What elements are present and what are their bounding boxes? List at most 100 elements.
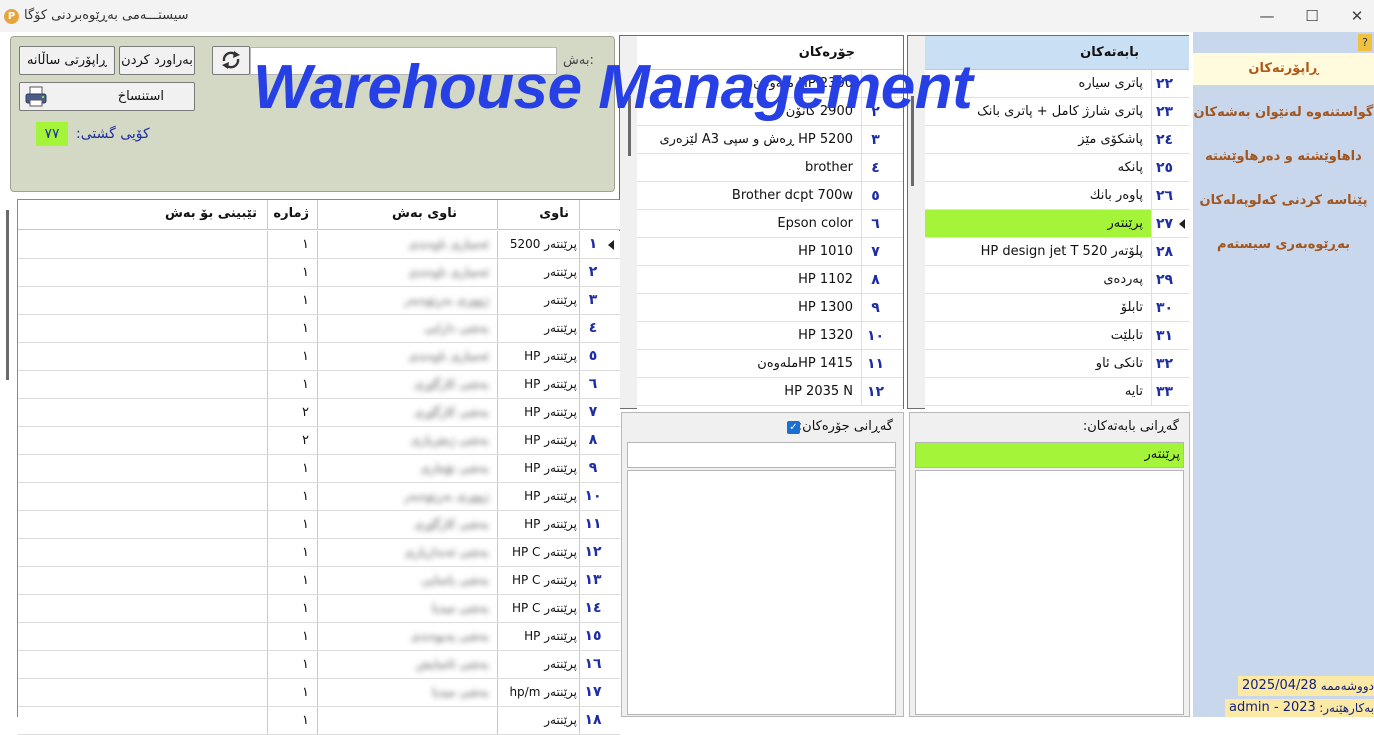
note-cell[interactable] [18,231,268,258]
name-cell: پرێنتەر HP [498,427,580,454]
table-row[interactable]: ١ بەشی دارایی پرێنتەر ٤ [18,315,620,343]
nav-item-transfer[interactable]: گواستنەوە لەنێوان بەشەکان [1193,98,1374,128]
note-cell[interactable] [18,651,268,678]
note-cell[interactable] [18,623,268,650]
compare-button[interactable]: بەراورد کردن [119,46,195,75]
user-value: admin - 2023 [1229,700,1316,715]
table-row[interactable]: ١ ژووری بەڕێوەبەر پرێنتەر HP ١٠ [18,483,620,511]
types-filter-list[interactable] [627,470,896,715]
name-cell: پرێنتەر HP [498,483,580,510]
main-table: تێبینی بۆ بەش ژمارە ناوی بەش ناوی ١ ئەمبا… [17,199,620,735]
category-number: ٢٧ [1151,210,1177,237]
main-table-scrollbar[interactable] [6,210,9,380]
table-row[interactable]: ٢ بەشی کارگێڕی پرێنتەر HP ٧ [18,399,620,427]
table-row[interactable]: ١ ژووری بەڕێوەبەر پرێنتەر ٣ [18,287,620,315]
note-cell[interactable] [18,455,268,482]
note-cell[interactable] [18,567,268,594]
category-row[interactable]: تابلێت ٣١ [925,322,1189,350]
table-row[interactable]: ٢ بەشی ژمێریاری پرێنتەر HP ٨ [18,427,620,455]
type-row[interactable]: HP 1300 ٩ [637,294,903,322]
type-row[interactable]: HP 5200 ڕەش و سپی A3 لێزەری ٣ [637,126,903,154]
table-row[interactable]: ١ بەشی میدیا پرێنتەر hp/m ١٧ [18,679,620,707]
note-cell[interactable] [18,399,268,426]
maximize-button[interactable]: ☐ [1292,4,1332,28]
table-row[interactable]: ١ بەشی تۆماری پرێنتەر HP ٩ [18,455,620,483]
nav-item-reports[interactable]: ڕاپۆرتەکان [1193,53,1374,85]
nav-item-define-items[interactable]: پێناسە کردنی کەلوپەلەکان [1193,186,1374,216]
note-cell[interactable] [18,259,268,286]
table-row[interactable]: ١ بەشی کارگێڕی پرێنتەر HP ٦ [18,371,620,399]
note-cell[interactable] [18,315,268,342]
category-row[interactable]: پاوەر بانك ٢٦ [925,182,1189,210]
category-row[interactable]: پرێنتەر ٢٧ [925,210,1189,238]
category-row[interactable]: پلۆتەر HP design jet T 520 ٢٨ [925,238,1189,266]
type-row[interactable]: HP 1010 ٧ [637,238,903,266]
section-cell: بەشی دارایی [318,315,498,342]
table-row[interactable]: ١ بەشی ئەندازیاری پرێنتەر HP C ١٢ [18,539,620,567]
note-cell[interactable] [18,427,268,454]
table-row[interactable]: ١ ئەمباری ناوەندی پرێنتەر 5200 ١ [18,231,620,259]
category-row[interactable]: پانکە ٢٥ [925,154,1189,182]
refresh-button[interactable] [212,46,250,75]
section-cell: بەشی یاسایی [318,567,498,594]
table-row[interactable]: ١ ئەمباری ناوەندی پرێنتەر ٢ [18,259,620,287]
category-row[interactable]: پاشکۆی مێز ٢٤ [925,126,1189,154]
table-row[interactable]: ١ پرێنتەر ١٨ [18,707,620,735]
categories-filter-input[interactable]: پرێنتەر [915,442,1184,468]
type-number: ٦ [861,210,889,237]
table-row[interactable]: ١ ئەمباری ناوەندی پرێنتەر HP ٥ [18,343,620,371]
type-row[interactable]: HP 1415ملەوەن ١١ [637,350,903,378]
category-row[interactable]: پەردەی ٢٩ [925,266,1189,294]
types-filter-input[interactable] [627,442,896,468]
type-row[interactable]: Brother dcpt 700w ٥ [637,182,903,210]
annual-report-button[interactable]: ڕاپۆرتی ساڵانە [19,46,115,75]
note-cell[interactable] [18,343,268,370]
table-row[interactable]: ١ بەشی پەیوەندی پرێنتەر HP ١٥ [18,623,620,651]
section-cell: ژووری بەڕێوەبەر [318,287,498,314]
note-cell[interactable] [18,371,268,398]
category-name: تانکی ئاو [1095,356,1143,371]
name-cell: پرێنتەر HP C [498,595,580,622]
type-row[interactable]: Epson color ٦ [637,210,903,238]
category-row[interactable]: تابلۆ ٣٠ [925,294,1189,322]
table-row[interactable]: ١ بەشی یاسایی پرێنتەر HP C ١٣ [18,567,620,595]
section-cell: بەشی میدیا [318,595,498,622]
table-row[interactable]: ١ بەشی ئاسایش پرێنتەر ١٦ [18,651,620,679]
note-cell[interactable] [18,539,268,566]
types-filter-checkbox[interactable]: ✓ [787,421,800,434]
table-row[interactable]: ١ بەشی کارگێڕی پرێنتەر HP ١١ [18,511,620,539]
category-row[interactable]: تانکی ئاو ٣٢ [925,350,1189,378]
note-cell[interactable] [18,595,268,622]
note-cell[interactable] [18,679,268,706]
type-row[interactable]: HP 2035 N ١٢ [637,378,903,406]
type-row[interactable]: HP 1320 ١٠ [637,322,903,350]
note-cell[interactable] [18,287,268,314]
type-number: ١١ [861,350,889,377]
help-button[interactable]: ? [1358,34,1372,51]
table-row[interactable]: ١ بەشی میدیا پرێنتەر HP C ١٤ [18,595,620,623]
category-number: ٣٢ [1151,350,1177,377]
section-cell [318,707,498,734]
note-cell[interactable] [18,707,268,734]
category-row[interactable]: تایە ٣٣ [925,378,1189,406]
category-number: ٢٤ [1151,126,1177,153]
minimize-button[interactable]: — [1247,4,1287,28]
close-button[interactable]: ✕ [1337,4,1374,28]
section-cell-text: بەشی دارایی [424,321,489,335]
nav-item-in-out[interactable]: داهاوێشتە و دەرهاوێشتە [1193,142,1374,172]
types-filter-panel: گەڕانی جۆرەکان: ✓ [621,412,904,717]
row-number: ١٨ [580,707,606,734]
note-cell[interactable] [18,483,268,510]
type-number: ٧ [861,238,889,265]
categories-filter-list[interactable] [915,470,1184,715]
type-row[interactable]: HP 1102 ٨ [637,266,903,294]
nav-item-admin[interactable]: بەڕێوەبەری سیستەم [1193,230,1374,260]
type-row[interactable]: brother ٤ [637,154,903,182]
name-cell: پرێنتەر HP [498,511,580,538]
note-cell[interactable] [18,511,268,538]
copy-button[interactable]: استنساخ [19,82,195,111]
title-bar: P سیستـــەمی بەڕێوەبردنی کۆگا — ☐ ✕ [0,0,1374,32]
copy-button-label: استنساخ [117,89,164,104]
row-number: ٦ [580,371,606,398]
type-number: ١٢ [861,378,889,405]
